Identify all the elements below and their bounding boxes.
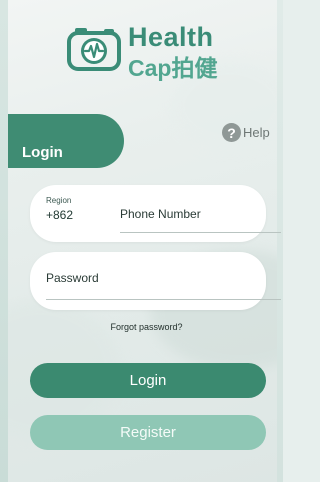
question-icon: ? — [222, 123, 241, 142]
region-label: Region — [46, 196, 72, 205]
phone-underline — [120, 232, 281, 233]
app-logo: Health Cap拍健 — [66, 22, 236, 82]
phone-card: Region +862 — [30, 185, 281, 242]
forgot-password-link[interactable]: Forgot password? — [0, 322, 283, 332]
left-edge-decor — [0, 0, 8, 482]
phone-number-input[interactable] — [120, 207, 280, 221]
tab-login-label: Login — [22, 144, 63, 161]
region-selector[interactable]: +862 — [46, 208, 73, 222]
tab-login[interactable]: Login — [8, 114, 124, 168]
register-button[interactable]: Register — [30, 415, 266, 450]
logo-line-2: Cap拍健 — [128, 55, 218, 81]
password-underline — [46, 299, 281, 300]
camera-heartbeat-icon — [67, 28, 121, 71]
help-link[interactable]: ? Help — [222, 123, 270, 142]
login-screen: Health Cap拍健 Login ? Help Region +862 Fo… — [0, 0, 283, 482]
password-card — [30, 252, 281, 310]
login-button[interactable]: Login — [30, 363, 266, 398]
right-edge-decor — [277, 0, 283, 482]
help-label: Help — [243, 125, 270, 140]
password-input[interactable] — [46, 271, 246, 285]
